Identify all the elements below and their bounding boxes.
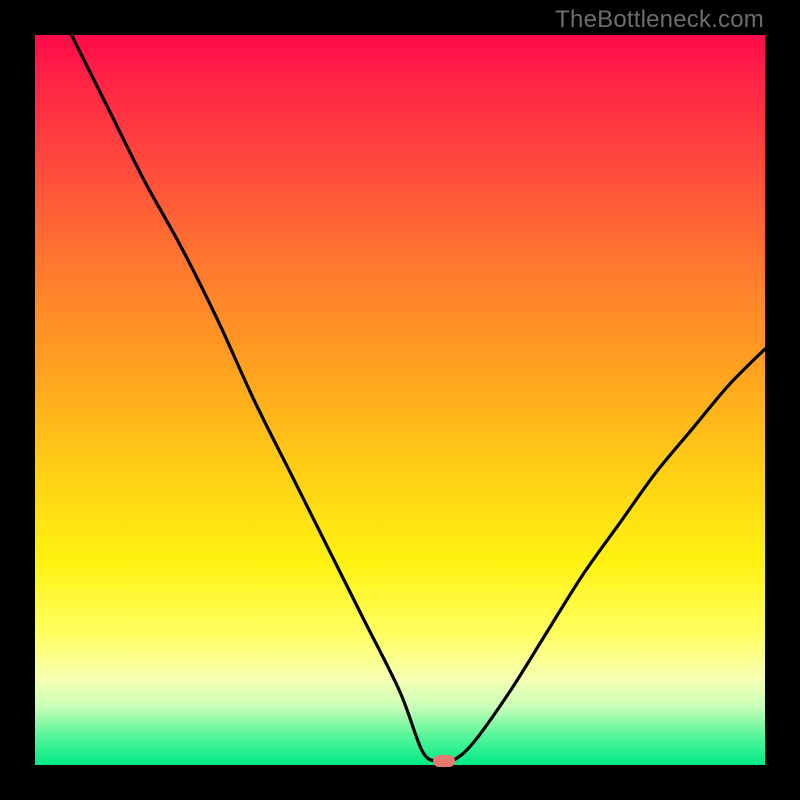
- plot-area: [35, 35, 765, 765]
- watermark-text: TheBottleneck.com: [555, 6, 764, 34]
- chart-frame: TheBottleneck.com: [0, 0, 800, 800]
- optimal-point-marker: [433, 755, 455, 767]
- bottleneck-curve: [35, 35, 765, 765]
- curve-path: [72, 35, 766, 763]
